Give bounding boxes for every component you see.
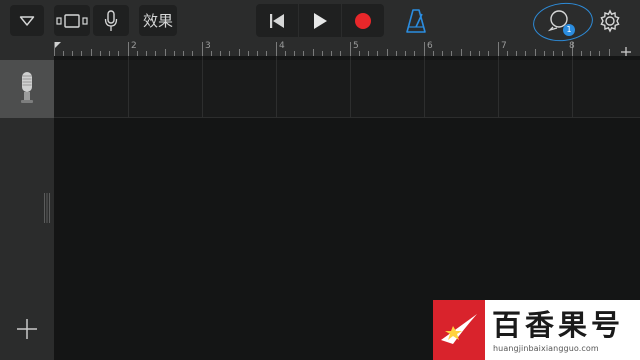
add-track-button[interactable] — [14, 316, 40, 342]
bar-number: 7 — [501, 41, 507, 51]
grip-handle-icon — [44, 193, 50, 223]
record-icon — [355, 12, 371, 29]
ruler-ticks — [54, 42, 610, 56]
metronome-button[interactable] — [404, 8, 428, 34]
triangle-down-icon — [19, 15, 35, 26]
star-icon — [441, 314, 477, 344]
fx-label: 效果 — [142, 12, 173, 30]
play-icon — [314, 12, 327, 29]
transport-controls — [256, 4, 384, 37]
ruler-corner — [0, 42, 54, 56]
microphone-icon — [21, 72, 33, 103]
view-toggle-button[interactable] — [54, 5, 90, 36]
fx-button[interactable]: 效果 — [139, 5, 177, 36]
menu-button[interactable] — [10, 5, 44, 36]
add-section-button[interactable] — [620, 43, 634, 57]
track-view-icon — [56, 13, 88, 28]
watermark-title-text: 百香果号 — [492, 308, 624, 342]
bar-number: 6 — [427, 41, 433, 51]
bar-number: 5 — [353, 41, 359, 51]
playhead-marker — [55, 42, 61, 48]
bar-number: 2 — [131, 41, 137, 51]
rewind-button[interactable] — [256, 4, 298, 37]
plus-icon — [17, 319, 37, 339]
track-lane[interactable] — [54, 60, 640, 118]
play-button[interactable] — [299, 4, 341, 37]
audio-recorder-button[interactable] — [93, 5, 129, 36]
watermark-url: huangjinbaixiangguo.com — [493, 344, 599, 353]
watermark: 百香果号 huangjinbaixiangguo.com — [433, 300, 640, 360]
bar-number: 4 — [279, 41, 285, 51]
resize-handle[interactable] — [43, 193, 51, 223]
bar-number: 8 — [569, 41, 575, 51]
watermark-title: 百香果号 — [492, 308, 624, 342]
metronome-icon — [406, 9, 426, 33]
track-header[interactable] — [0, 60, 54, 118]
microphone-icon — [104, 9, 118, 31]
track-lane-gridlines — [128, 60, 573, 118]
watermark-logo — [433, 300, 485, 360]
bar-number: 3 — [205, 41, 211, 51]
gear-icon — [600, 9, 620, 33]
rewind-icon — [270, 13, 284, 28]
timeline-ruler[interactable]: 2 3 4 5 6 7 8 — [54, 41, 640, 57]
record-button[interactable] — [342, 4, 384, 37]
settings-button[interactable] — [598, 9, 622, 33]
